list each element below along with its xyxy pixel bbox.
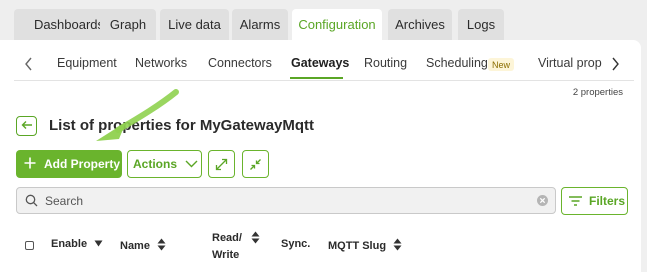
sort-icon xyxy=(157,238,166,254)
expand-button[interactable] xyxy=(208,150,235,178)
select-all-checkbox[interactable] xyxy=(25,241,34,250)
actions-label: Actions xyxy=(133,157,178,171)
column-label: Write xyxy=(212,249,240,261)
search-input[interactable] xyxy=(45,192,525,210)
chevron-right-icon[interactable] xyxy=(608,55,622,73)
column-label: Enable xyxy=(51,238,88,250)
column-label: Name xyxy=(120,239,150,252)
filters-label: Filters xyxy=(589,194,626,208)
back-button[interactable] xyxy=(16,116,37,136)
tab-label: Graph xyxy=(109,17,147,32)
column-mqtt-slug[interactable]: MQTT Slug xyxy=(328,238,402,254)
filter-icon xyxy=(562,195,589,207)
new-badge: New xyxy=(488,58,515,71)
tab-logs[interactable]: Logs xyxy=(458,9,504,40)
properties-count: 2 properties xyxy=(572,87,623,98)
column-enable[interactable]: Enable xyxy=(51,238,103,250)
subnav-networks[interactable]: Networks xyxy=(135,56,187,76)
column-read-write[interactable]: Read/ Write xyxy=(212,230,242,264)
subnav-scheduling[interactable]: Scheduling xyxy=(426,56,488,76)
tab-archives[interactable]: Archives xyxy=(388,9,452,40)
sort-desc-icon xyxy=(94,238,103,250)
collapse-button[interactable] xyxy=(242,150,269,178)
page-title: List of properties for MyGatewayMqtt xyxy=(49,117,315,134)
arrow-left-icon xyxy=(21,117,33,135)
collapse-icon xyxy=(249,158,262,171)
tab-configuration[interactable]: Configuration xyxy=(292,9,382,40)
search-box xyxy=(16,187,556,214)
chevron-down-icon xyxy=(185,160,198,168)
actions-dropdown[interactable]: Actions xyxy=(127,150,202,178)
subnav-divider xyxy=(14,80,634,81)
column-sync[interactable]: Sync. xyxy=(281,238,310,250)
sort-icon[interactable] xyxy=(251,231,260,247)
tab-label: Logs xyxy=(466,17,496,32)
active-tab-underline xyxy=(290,77,343,79)
tab-label: Dashboards xyxy=(33,17,105,32)
tab-label: Alarms xyxy=(239,17,281,32)
subnav-routing[interactable]: Routing xyxy=(364,56,407,76)
column-label: MQTT Slug xyxy=(328,239,387,252)
chevron-left-icon[interactable] xyxy=(22,55,36,73)
top-tab-bar: Dashboards Graph Live data Alarms Config… xyxy=(0,0,647,40)
subnav-connectors[interactable]: Connectors xyxy=(208,56,272,76)
column-name[interactable]: Name xyxy=(120,238,166,254)
filters-button[interactable]: Filters xyxy=(561,187,628,215)
tab-live-data[interactable]: Live data xyxy=(160,9,229,40)
add-property-label: Add Property xyxy=(44,157,121,171)
column-label: Read/ xyxy=(212,232,242,244)
column-label: Sync. xyxy=(281,238,311,250)
sort-icon xyxy=(393,238,402,254)
tab-graph[interactable]: Graph xyxy=(100,9,156,40)
subnav-equipment[interactable]: Equipment xyxy=(57,56,117,76)
tab-label: Configuration xyxy=(298,17,376,32)
expand-icon xyxy=(215,158,228,171)
add-property-button[interactable]: Add Property xyxy=(16,150,122,178)
search-icon xyxy=(25,194,38,212)
tab-label: Live data xyxy=(168,17,221,32)
subnav-gateways[interactable]: Gateways xyxy=(291,56,349,76)
tab-alarms[interactable]: Alarms xyxy=(232,9,288,40)
tab-label: Archives xyxy=(395,17,445,32)
subnav-virtual-prop[interactable]: Virtual prop xyxy=(538,56,602,76)
clear-icon[interactable] xyxy=(536,194,549,212)
plus-icon xyxy=(24,157,36,172)
